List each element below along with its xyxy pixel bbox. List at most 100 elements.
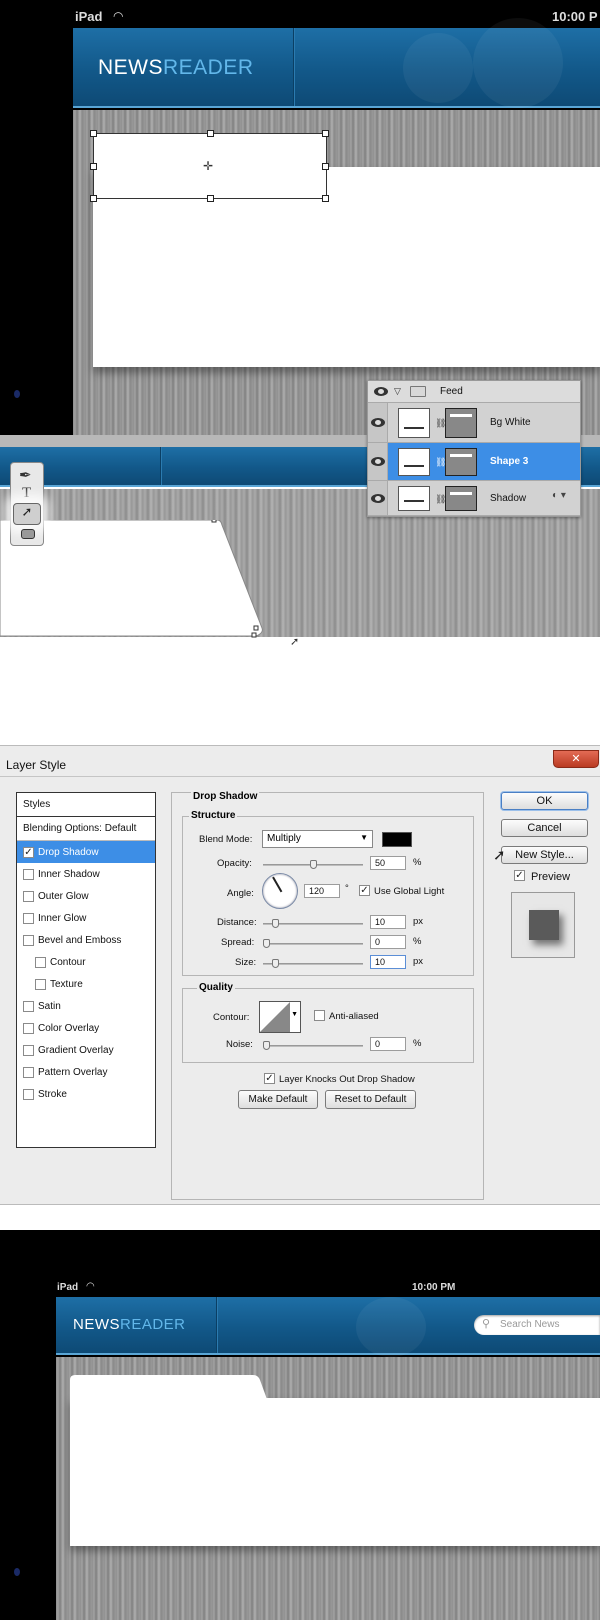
blend-mode-label: Blend Mode: [199, 834, 253, 845]
style-checkbox[interactable] [23, 1066, 34, 1078]
style-checkbox[interactable] [23, 1088, 34, 1100]
style-checkbox[interactable] [35, 956, 46, 968]
preview-checkbox[interactable]: ✓ [514, 870, 525, 881]
contour-picker[interactable]: ▼ [259, 1001, 301, 1033]
size-label: Size: [235, 957, 257, 968]
visibility-eye-icon[interactable] [371, 418, 385, 427]
style-item[interactable]: Satin [17, 995, 155, 1017]
transform-handle[interactable] [207, 130, 214, 137]
style-checkbox[interactable] [23, 1000, 34, 1012]
spread-slider-knob[interactable] [263, 939, 270, 948]
thumbnail-mark [404, 465, 424, 467]
style-item[interactable]: Stroke [17, 1083, 155, 1105]
opacity-field[interactable]: 50 [370, 856, 406, 870]
layer-row[interactable]: ⛓ Bg White [368, 403, 580, 443]
ok-button[interactable]: OK [501, 792, 588, 810]
opacity-slider-knob[interactable] [309, 860, 317, 869]
style-item[interactable]: Pattern Overlay [17, 1061, 155, 1083]
visibility-eye-icon[interactable] [371, 493, 385, 503]
style-item[interactable]: ✓ Drop Shadow [17, 841, 155, 863]
preview-label: Preview [531, 871, 571, 883]
header-bubble [356, 1297, 426, 1357]
style-checkbox[interactable] [23, 890, 34, 902]
dialog-close-button[interactable]: ✕ [553, 750, 599, 768]
make-default-button[interactable]: Make Default [238, 1090, 318, 1109]
style-item[interactable]: Gradient Overlay [17, 1039, 155, 1061]
distance-slider-knob[interactable] [272, 919, 280, 928]
visibility-cell[interactable] [368, 403, 388, 442]
preview-square [529, 910, 559, 940]
visibility-eye-icon[interactable] [371, 457, 385, 466]
distance-slider[interactable] [263, 919, 363, 928]
section-title: Drop Shadow [191, 791, 260, 802]
logo-reader: READER [163, 56, 254, 79]
noise-field[interactable]: 0 [370, 1037, 406, 1051]
search-field[interactable]: ⚲ Search News [474, 1315, 600, 1335]
distance-field[interactable]: 10 [370, 915, 406, 929]
knockout-checkbox[interactable]: ✓ [264, 1073, 275, 1084]
layer-row-group[interactable]: ▽ Feed [368, 381, 580, 403]
opacity-slider[interactable] [263, 860, 363, 869]
distance-unit: px [413, 916, 424, 927]
style-item[interactable]: Color Overlay [17, 1017, 155, 1039]
disclosure-triangle-icon[interactable]: ▽ [394, 386, 401, 397]
style-checkbox[interactable] [35, 978, 46, 990]
header-bubble [473, 18, 563, 108]
size-slider-knob[interactable] [272, 959, 280, 968]
header-divider [216, 1297, 218, 1353]
rounded-rectangle-tool-icon[interactable] [21, 529, 35, 539]
style-checkbox[interactable] [23, 912, 34, 924]
style-item[interactable]: Contour [17, 951, 155, 973]
spread-slider[interactable] [263, 939, 363, 948]
style-item[interactable]: Inner Shadow [17, 863, 155, 885]
status-bar: iPad ◠ 10:00 PM [0, 1280, 600, 1297]
transform-handle[interactable] [207, 195, 214, 202]
layer-row[interactable]: ⛓ Shape 3 [368, 443, 580, 481]
style-checkbox[interactable] [23, 934, 34, 946]
anti-aliased-checkbox[interactable] [314, 1010, 325, 1021]
angle-field[interactable]: 120 [304, 884, 340, 898]
vector-mask-thumbnail [445, 408, 477, 438]
angle-unit: ° [345, 883, 349, 894]
visibility-eye-icon[interactable] [374, 387, 388, 396]
mask-mark [450, 492, 472, 495]
new-style-button[interactable]: New Style... [501, 846, 588, 864]
global-light-checkbox[interactable]: ✓ [359, 885, 370, 896]
style-item[interactable]: Outer Glow [17, 885, 155, 907]
blending-options-item[interactable]: Blending Options: Default [17, 817, 155, 841]
blend-mode-select[interactable]: Multiply ▼ [262, 830, 373, 848]
app-logo: NEWSREADER [98, 56, 254, 80]
dialog-title: Layer Style [6, 758, 67, 772]
transform-handle[interactable] [322, 195, 329, 202]
cancel-button[interactable]: Cancel [501, 819, 588, 837]
style-checkbox[interactable] [23, 1022, 34, 1034]
shadow-color-swatch[interactable] [382, 832, 412, 847]
style-checkbox[interactable] [23, 868, 34, 880]
style-item[interactable]: Bevel and Emboss [17, 929, 155, 951]
type-tool-icon[interactable]: T [22, 485, 31, 502]
shape-selection-box[interactable]: ✛ [90, 130, 329, 202]
style-checkbox[interactable]: ✓ [23, 846, 34, 858]
noise-slider-knob[interactable] [263, 1041, 270, 1050]
size-field[interactable]: 10 [370, 955, 406, 969]
layer-row[interactable]: ⛓ Shadow ◐ ▾ [368, 481, 580, 516]
spread-field[interactable]: 0 [370, 935, 406, 949]
size-slider[interactable] [263, 959, 363, 968]
angle-dial[interactable] [262, 873, 298, 909]
style-item[interactable]: Texture [17, 973, 155, 995]
transform-handle[interactable] [90, 130, 97, 137]
noise-slider[interactable] [263, 1041, 363, 1050]
transform-handle[interactable] [90, 195, 97, 202]
style-label: Drop Shadow [38, 846, 99, 858]
transform-handle[interactable] [322, 130, 329, 137]
layer-effects-icon[interactable]: ◐ ▾ [552, 490, 566, 501]
visibility-cell[interactable] [368, 481, 388, 515]
transform-handle[interactable] [90, 163, 97, 170]
style-item[interactable]: Inner Glow [17, 907, 155, 929]
reset-default-button[interactable]: Reset to Default [325, 1090, 416, 1109]
visibility-cell[interactable] [368, 443, 388, 480]
direct-selection-tool-icon[interactable]: ➚ [13, 503, 41, 525]
transform-handle[interactable] [322, 163, 329, 170]
style-checkbox[interactable] [23, 1044, 34, 1056]
pen-tool-icon[interactable]: ✒ [19, 466, 32, 484]
